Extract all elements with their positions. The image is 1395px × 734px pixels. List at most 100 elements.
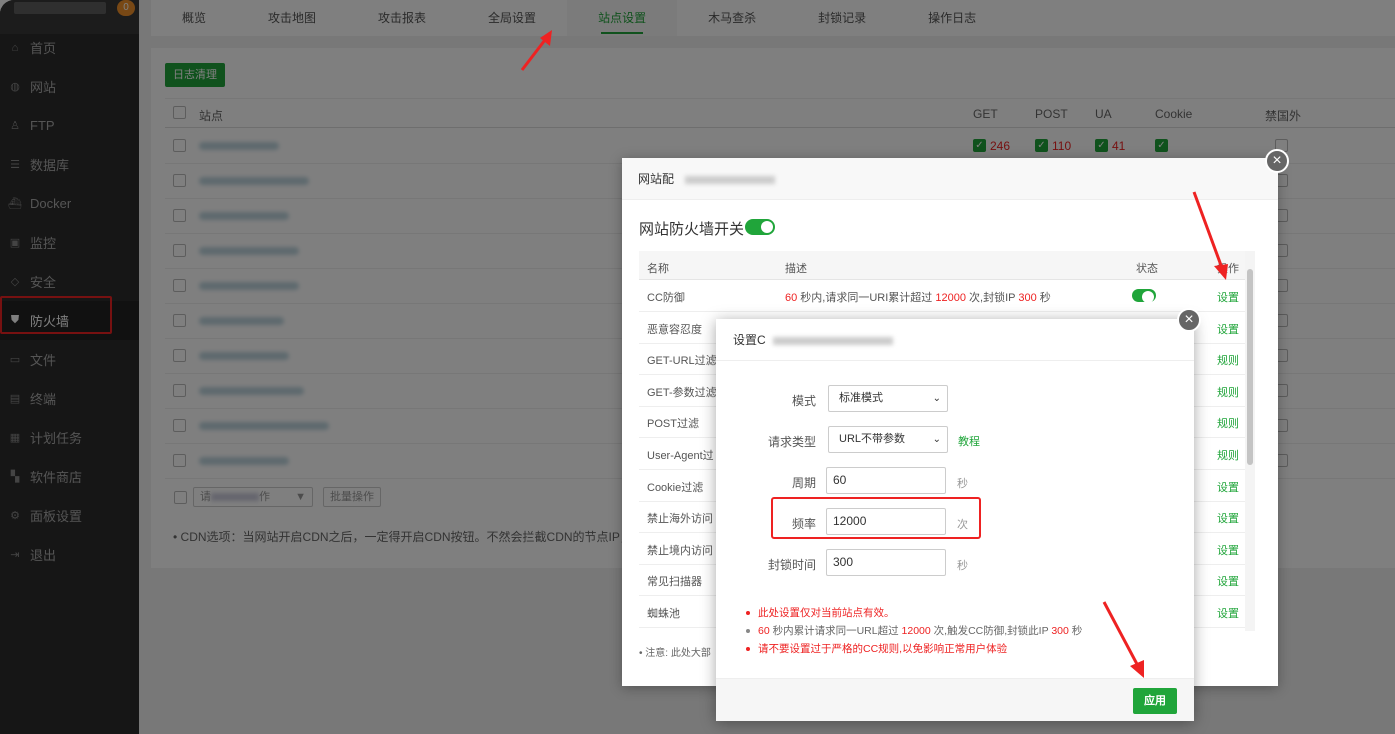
sidebar-item-12[interactable]: ⚙ 面板设置 <box>0 496 139 535</box>
dialog2-footer: 应用 <box>716 678 1194 721</box>
rules-scrollbar[interactable] <box>1245 251 1255 631</box>
bottom-select-checkbox[interactable] <box>174 491 187 504</box>
tab-4[interactable]: 站点设置 <box>567 0 678 36</box>
sidebar-item-9[interactable]: ▤ 终端 <box>0 379 139 418</box>
firewall-switch-toggle[interactable] <box>745 219 775 235</box>
sidebar-item-5[interactable]: ▣ 监控 <box>0 223 139 262</box>
row-checkbox[interactable] <box>173 174 186 187</box>
close-icon[interactable]: × <box>1177 308 1201 332</box>
row-checkbox[interactable] <box>173 139 186 152</box>
cycle-input[interactable]: 60 <box>826 467 946 494</box>
select-all-checkbox[interactable] <box>173 106 186 119</box>
tutorial-link[interactable]: 教程 <box>958 433 980 449</box>
row-checkbox[interactable] <box>173 209 186 222</box>
col-action: 操作 <box>1217 263 1239 275</box>
cc-status-toggle[interactable] <box>1132 289 1156 303</box>
site-name-blurred[interactable] <box>199 457 289 465</box>
sidebar-item-label: 数据库 <box>30 158 70 173</box>
block-time-input[interactable]: 300 <box>826 549 946 576</box>
get-check-icon[interactable]: ✓ <box>973 139 986 152</box>
rule-name: 蜘蛛池 <box>647 608 680 620</box>
batch-operation-button[interactable]: 批量操作 <box>323 487 381 507</box>
cookie-check-icon[interactable]: ✓ <box>1155 139 1168 152</box>
gear-icon: ⚙ <box>10 510 20 522</box>
logout-icon: ⇥ <box>10 549 20 561</box>
cycle-label: 周期 <box>791 476 816 490</box>
rule-action-link[interactable]: 设置 <box>1217 605 1239 621</box>
chevron-down-icon: ⌄ <box>932 393 941 404</box>
site-name-blurred[interactable] <box>199 317 284 325</box>
site-name-blurred[interactable] <box>199 387 304 395</box>
dialog1-note: • 注意: 此处大部 <box>639 648 711 659</box>
site-name-blurred[interactable] <box>199 177 309 185</box>
rule-row: CC防御 60 秒内,请求同一URI累计超过 12000 次,封锁IP 300 秒… <box>639 280 1245 312</box>
site-name-blurred[interactable] <box>199 422 329 430</box>
col-status: 状态 <box>1136 263 1158 275</box>
sidebar-item-4[interactable]: ⛴ Docker <box>0 184 139 223</box>
sidebar-item-3[interactable]: ☰ 数据库 <box>0 145 139 184</box>
rule-action-link[interactable]: 设置 <box>1217 321 1239 337</box>
rule-action-link[interactable]: 设置 <box>1217 573 1239 589</box>
rule-name: 恶意容忍度 <box>647 323 702 336</box>
rule-action-link[interactable]: 设置 <box>1217 542 1239 558</box>
row-checkbox[interactable] <box>173 419 186 432</box>
site-name-blurred[interactable] <box>199 212 289 220</box>
sidebar-item-0[interactable]: ⌂ 首页 <box>0 28 139 67</box>
scrollbar-thumb[interactable] <box>1247 269 1253 465</box>
rule-action-link[interactable]: 规则 <box>1217 352 1239 368</box>
sidebar-item-13[interactable]: ⇥ 退出 <box>0 535 139 574</box>
tab-7[interactable]: 操作日志 <box>897 0 1007 36</box>
site-name-blurred[interactable] <box>199 282 299 290</box>
sidebar-item-10[interactable]: ▦ 计划任务 <box>0 418 139 457</box>
tab-5[interactable]: 木马查杀 <box>677 0 787 36</box>
row-checkbox[interactable] <box>173 454 186 467</box>
site-name-blurred[interactable] <box>199 247 299 255</box>
server-name-blurred <box>14 2 106 14</box>
sidebar-item-8[interactable]: ▭ 文件 <box>0 340 139 379</box>
rule-name: Cookie过滤 <box>647 481 704 494</box>
post-check-icon[interactable]: ✓ <box>1035 139 1048 152</box>
tab-bar: 概览 攻击地图 攻击报表 全局设置 站点设置 木马查杀 封锁记录 操作日志 <box>151 0 1395 36</box>
sidebar-item-label: 首页 <box>30 41 57 56</box>
col-foreign: 禁国外 <box>1265 109 1302 123</box>
row-checkbox[interactable] <box>173 279 186 292</box>
rule-action-link[interactable]: 设置 <box>1217 510 1239 526</box>
sidebar-item-1[interactable]: ◍ 网站 <box>0 67 139 106</box>
calendar-icon: ▦ <box>9 432 21 444</box>
row-checkbox[interactable] <box>173 349 186 362</box>
tab-1[interactable]: 攻击地图 <box>237 0 347 36</box>
docker-icon: ⛴ <box>8 198 22 210</box>
row-checkbox[interactable] <box>173 244 186 257</box>
ua-check-icon[interactable]: ✓ <box>1095 139 1108 152</box>
clear-log-button[interactable]: 日志清理 <box>165 63 225 87</box>
rule-action-link[interactable]: 规则 <box>1217 447 1239 463</box>
tab-6[interactable]: 封锁记录 <box>787 0 897 36</box>
mode-select[interactable]: 标准模式 ⌄ <box>828 385 948 412</box>
site-name-blurred[interactable] <box>199 142 279 150</box>
apply-button[interactable]: 应用 <box>1133 688 1177 714</box>
tab-2[interactable]: 攻击报表 <box>347 0 457 36</box>
get-count: 246 <box>990 139 1011 153</box>
tab-0[interactable]: 概览 <box>151 0 237 36</box>
close-icon[interactable]: × <box>1265 149 1289 173</box>
dialog2-title: 设置C <box>716 319 1194 361</box>
rule-action-link[interactable]: 设置 <box>1217 289 1239 305</box>
monitor-icon: ▣ <box>9 237 21 249</box>
rule-name: POST过滤 <box>647 418 699 431</box>
rule-action-link[interactable]: 规则 <box>1217 384 1239 400</box>
rule-desc: 60 秒内,请求同一URI累计超过 12000 次,封锁IP 300 秒 <box>785 292 1051 304</box>
rule-action-link[interactable]: 设置 <box>1217 479 1239 495</box>
row-checkbox[interactable] <box>173 314 186 327</box>
tab-3[interactable]: 全局设置 <box>457 0 567 36</box>
batch-select[interactable]: 请作 ▼ <box>193 487 313 507</box>
rule-action-link[interactable]: 规则 <box>1217 415 1239 431</box>
sidebar-item-11[interactable]: ▚ 软件商店 <box>0 457 139 496</box>
notification-badge[interactable]: 0 <box>117 0 135 16</box>
row-checkbox[interactable] <box>173 384 186 397</box>
chevron-down-icon: ▼ <box>295 491 306 503</box>
request-type-select[interactable]: URL不带参数 ⌄ <box>828 426 948 453</box>
sidebar-item-2[interactable]: ♙ FTP <box>0 106 139 145</box>
site-name-blurred[interactable] <box>199 352 289 360</box>
home-icon: ⌂ <box>11 41 19 54</box>
request-type-label: 请求类型 <box>767 435 816 449</box>
